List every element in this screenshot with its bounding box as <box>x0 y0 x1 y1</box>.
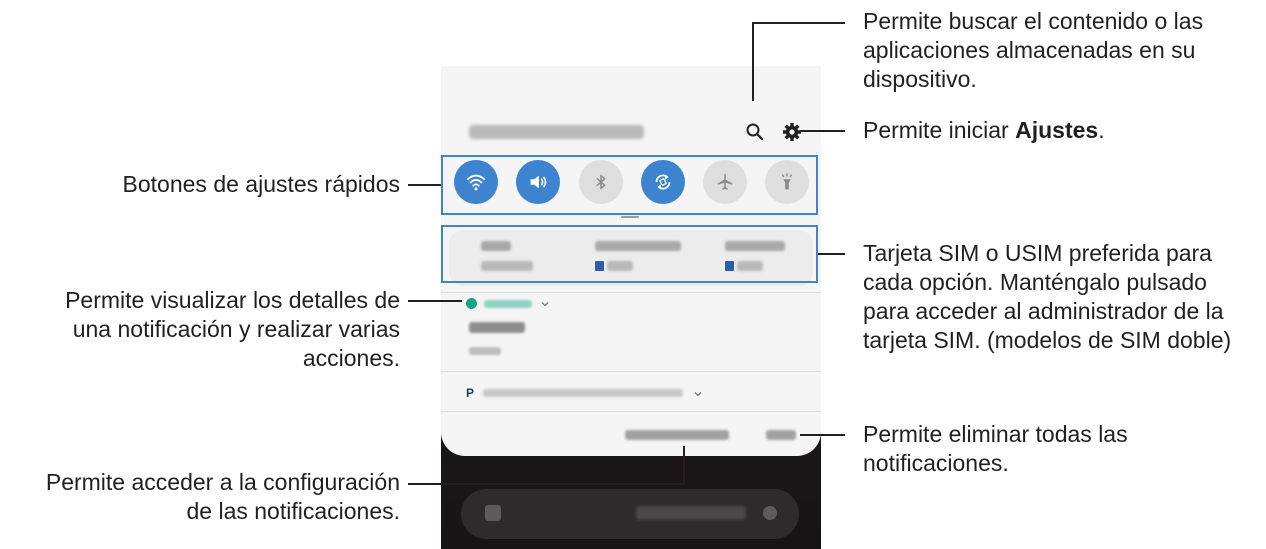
gear-icon[interactable] <box>780 120 804 144</box>
callout-line-settings <box>800 130 845 132</box>
callout-line-search <box>752 22 754 101</box>
callout-line-notification <box>408 300 462 302</box>
annotation-line: para acceder al administrador de la <box>863 298 1224 324</box>
annotation-line: cada opción. Manténgalo pulsado <box>863 269 1207 295</box>
divider <box>441 371 821 372</box>
date-time-text <box>469 125 644 139</box>
annotation-line: acciones. <box>302 345 400 371</box>
annotation-line: Tarjeta SIM o USIM preferida para <box>863 240 1212 266</box>
clear-all-button[interactable] <box>766 430 796 440</box>
annotation-bold-text: Ajustes <box>1015 117 1099 143</box>
quick-settings-highlight <box>441 155 818 215</box>
callout-line-sim <box>818 253 845 255</box>
callout-line-search-h <box>752 22 845 24</box>
home-search-bar[interactable] <box>461 489 799 539</box>
annotation-line: de las notificaciones. <box>186 498 400 524</box>
annotation-text: . <box>1098 117 1105 143</box>
quick-settings-annotation: Botones de ajustes rápidos <box>122 171 400 197</box>
notification-title <box>469 322 525 333</box>
chevron-down-icon[interactable] <box>693 389 703 399</box>
callout-line-notif-settings-v <box>683 446 685 485</box>
annotation-line: notificaciones. <box>863 450 1009 476</box>
notification-settings-button[interactable] <box>625 430 729 440</box>
annotation-line: Permite eliminar todas las <box>863 421 1128 447</box>
divider <box>441 411 821 412</box>
search-annotation: Permite buscar el contenido o las aplica… <box>863 7 1203 94</box>
divider <box>441 292 821 293</box>
notification-app-icon <box>466 298 477 309</box>
annotation-line: dispositivo. <box>863 66 977 92</box>
annotation-line: una notificación y realizar varias <box>72 316 400 342</box>
search-icon[interactable] <box>743 120 767 144</box>
chevron-down-icon[interactable] <box>540 299 550 309</box>
annotation-line: aplicaciones almacenadas en su <box>863 37 1196 63</box>
sim-card-highlight <box>441 225 818 283</box>
notification-text <box>483 389 683 397</box>
blurred-search-text <box>636 506 746 520</box>
settings-annotation: Permite iniciar Ajustes. <box>863 116 1105 145</box>
callout-line-quick-settings <box>408 184 441 186</box>
app-icon <box>485 505 501 521</box>
annotation-line: Permite acceder a la configuración <box>45 469 400 495</box>
annotation-line: Permite buscar el contenido o las <box>863 8 1204 34</box>
notification-app-letter: P <box>466 386 475 400</box>
callout-line-notif-settings-h <box>408 483 685 485</box>
annotation-line: tarjeta SIM. (modelos de SIM doble) <box>863 327 1232 353</box>
annotation-text: Permite iniciar <box>863 117 1016 143</box>
panel-drag-handle[interactable] <box>621 216 639 218</box>
notification-app-name <box>484 300 532 308</box>
notification-settings-annotation: Permite acceder a la configuración de la… <box>0 468 400 526</box>
notification-text <box>469 347 501 355</box>
sim-annotation: Tarjeta SIM o USIM preferida para cada o… <box>863 239 1231 355</box>
notification-details-annotation: Permite visualizar los detalles de una n… <box>0 286 400 373</box>
clear-annotation: Permite eliminar todas las notificacione… <box>863 420 1128 478</box>
annotation-line: Permite visualizar los detalles de <box>65 287 400 313</box>
mic-icon <box>763 506 777 520</box>
callout-line-clear <box>800 434 845 436</box>
